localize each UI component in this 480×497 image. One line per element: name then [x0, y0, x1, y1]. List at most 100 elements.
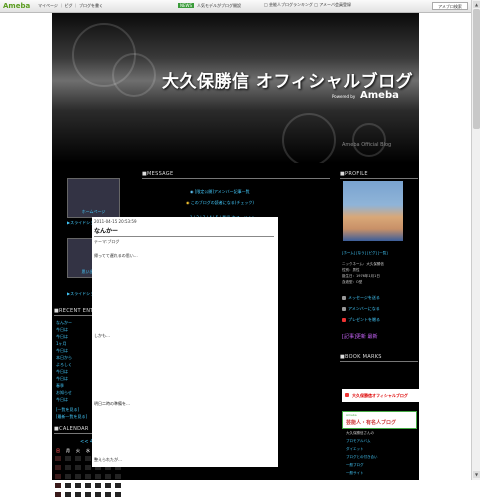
amember-link[interactable]: アメンバーになる — [348, 306, 380, 312]
post-date: 2011-04-15 20:53:59 — [94, 219, 137, 224]
blog-post: 2011-04-15 20:53:59 なんかー テーマ:ブログ 帰ってて遅れる… — [92, 217, 278, 467]
blog-search-button[interactable]: アメブロ検索 — [432, 2, 468, 10]
recent-entry[interactable]: 今日は — [56, 334, 68, 340]
recent-entry[interactable]: 今日は — [56, 397, 68, 403]
calendar-day[interactable] — [85, 465, 91, 470]
calendar-day[interactable] — [55, 456, 61, 461]
calendar-day[interactable] — [75, 483, 81, 488]
calendar-day[interactable] — [65, 474, 71, 479]
bookmark-link[interactable]: 一般ブログ — [346, 463, 364, 468]
recent-entry[interactable]: 今日は — [56, 348, 68, 354]
bookmark-link[interactable]: 大久保勝信さんの — [346, 431, 374, 436]
amember-icon — [342, 307, 346, 311]
post-text: 帰ってて遅れるの思い… — [94, 253, 138, 258]
bookmark-link[interactable]: 一般サイト — [346, 471, 364, 476]
scroll-up-icon[interactable]: ▲ — [473, 1, 480, 8]
ameba-header-logo: Ameba — [360, 90, 399, 101]
bookmark-link[interactable]: プロモアルバム — [346, 439, 370, 444]
calendar-day[interactable] — [95, 492, 101, 497]
message-icon — [342, 296, 346, 300]
blog-title[interactable]: 大久保勝信 オフィシャルブログ — [162, 67, 413, 92]
post-text: 整えられたが… — [94, 457, 122, 462]
subscribe-link[interactable]: ◉ このブログの読者になる(チェック) — [186, 200, 254, 206]
latest-entries-link[interactable]: [最新一覧を見る] — [56, 414, 87, 420]
ameba-celebrity-banner[interactable]: Ameba 芸能人・有名人ブログ — [342, 411, 417, 429]
calendar-dow: 月 — [66, 448, 70, 453]
gift-icon — [342, 318, 346, 322]
bookmark-link[interactable]: ダイエット — [346, 447, 363, 452]
recent-entry[interactable]: 1ヶ月 — [56, 341, 67, 347]
calendar-day[interactable] — [65, 492, 71, 497]
vertical-scrollbar[interactable]: ▲ ▼ — [471, 0, 480, 480]
calendar-day[interactable] — [105, 492, 111, 497]
ameba-topbar: Ameba マイページ ｜ ピグ ｜ ブログを書く NEWS 人気モデルがブログ… — [0, 0, 471, 13]
calendar-day[interactable] — [65, 465, 71, 470]
calendar-day[interactable] — [65, 456, 71, 461]
recent-entry[interactable]: 今日は — [56, 327, 68, 333]
calendar-day[interactable] — [55, 492, 61, 497]
profile-gender: 性別：男性 — [342, 268, 360, 272]
bookmark-link[interactable]: ブログとの付き合い — [346, 455, 377, 460]
message-heading: ■MESSAGE — [142, 171, 330, 179]
photo-thumbnail-1[interactable]: ホームページ — [67, 178, 120, 218]
calendar-day[interactable] — [55, 474, 61, 479]
calendar-day[interactable] — [95, 474, 101, 479]
calendar-day[interactable] — [85, 492, 91, 497]
recent-entry[interactable]: お知らせ — [56, 390, 72, 396]
post-text: 明日二時の準備を… — [94, 401, 130, 406]
decor-ring — [352, 123, 386, 157]
calendar-day[interactable] — [85, 474, 91, 479]
calendar-day[interactable] — [55, 483, 61, 488]
banner-small-text: Ameba — [346, 413, 357, 417]
calendar-day[interactable] — [55, 465, 61, 470]
top-nav-links[interactable]: マイページ ｜ ピグ ｜ ブログを書く — [38, 3, 103, 9]
decor-ring — [112, 53, 156, 97]
calendar-day[interactable] — [75, 456, 81, 461]
recent-entry[interactable]: 春季 — [56, 383, 64, 389]
calendar-day[interactable] — [85, 483, 91, 488]
recent-entry[interactable]: 本日から — [56, 355, 72, 361]
present-link[interactable]: プレゼントを贈る — [348, 317, 380, 323]
profile-nickname: ニックネーム：大久保勝信 — [342, 262, 384, 266]
calendar-day[interactable] — [85, 456, 91, 461]
post-theme[interactable]: テーマ:ブログ — [94, 239, 119, 245]
calendar-day[interactable] — [115, 492, 121, 497]
calendar-day[interactable] — [95, 483, 101, 488]
recent-entry[interactable]: 今日は — [56, 376, 68, 382]
profile-photo[interactable] — [343, 181, 403, 241]
profile-links[interactable]: [ホーム] [なう] [ピグ] [一覧] — [342, 251, 388, 256]
profile-heading: ■PROFILE — [340, 171, 418, 179]
amember-list-link[interactable]: ◉ [限定公開]アメンバー記事一覧 — [190, 189, 250, 195]
recent-entry[interactable]: 今日は — [56, 369, 68, 375]
scrollbar-thumb[interactable] — [473, 9, 480, 129]
bookmark-box[interactable]: 大久保勝信オフィシャルブログ — [342, 389, 420, 402]
entries-list-link[interactable]: [一覧を見る] — [56, 407, 79, 413]
send-message-link[interactable]: メッセージを送る — [348, 295, 380, 301]
thumbnail-caption: ホームページ — [81, 209, 106, 214]
recent-entry[interactable]: なんかー — [56, 320, 72, 326]
promo-links[interactable]: □ 芸能人ブログランキング □ アメーバ会員登録 — [264, 2, 351, 8]
post-text: しかも… — [94, 333, 110, 338]
scroll-down-icon[interactable]: ▼ — [473, 471, 480, 478]
calendar-dow: 火 — [76, 448, 80, 453]
recent-entry[interactable]: よろしく — [56, 362, 72, 368]
calendar-day[interactable] — [115, 483, 121, 488]
news-badge: NEWS — [178, 3, 195, 8]
calendar-day[interactable] — [75, 474, 81, 479]
calendar-dow: 日 — [56, 448, 60, 453]
news-link[interactable]: 人気モデルがブログ開設 — [197, 3, 241, 9]
blog-header: 大久保勝信 オフィシャルブログ Powered by Ameba Ameba O… — [52, 13, 419, 163]
calendar-day[interactable] — [115, 474, 121, 479]
official-blog-label: Ameba Official Blog — [342, 142, 392, 148]
calendar-day[interactable] — [105, 474, 111, 479]
calendar-day[interactable] — [75, 492, 81, 497]
profile-blood-type: 血液型：O型 — [342, 280, 363, 284]
profile-birthday: 誕生日：1976年1月1日 — [342, 274, 380, 278]
update-notice[interactable]: [記事]更新 最新 — [342, 333, 378, 340]
bookmark-title: 大久保勝信オフィシャルブログ — [352, 393, 408, 398]
ameba-logo[interactable]: Ameba — [3, 2, 30, 10]
calendar-day[interactable] — [65, 483, 71, 488]
calendar-day[interactable] — [75, 465, 81, 470]
post-title[interactable]: なんかー — [94, 226, 274, 237]
calendar-day[interactable] — [105, 483, 111, 488]
